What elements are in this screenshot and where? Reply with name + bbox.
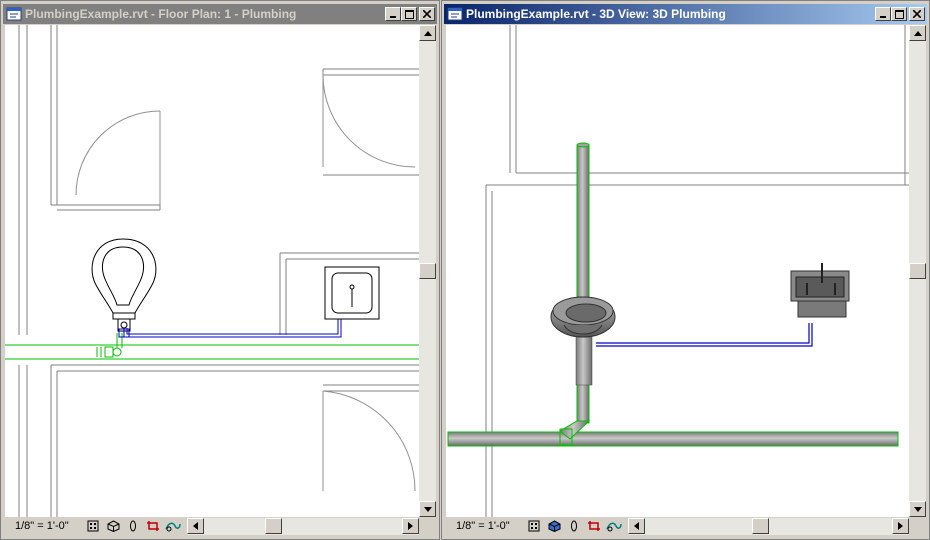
revit-document-icon [6, 7, 22, 21]
scroll-down-button[interactable] [909, 501, 926, 517]
sink-3d [790, 263, 850, 318]
vertical-scrollbar[interactable] [419, 25, 436, 517]
maximize-button[interactable] [401, 7, 417, 21]
view-scale[interactable]: 1/8" = 1'-0" [446, 518, 524, 534]
horizontal-scroll-thumb[interactable] [752, 517, 769, 534]
door-swings [75, 74, 416, 492]
arrow-up-icon [913, 30, 922, 36]
main-pipe-3d [447, 431, 899, 447]
arrow-left-icon [193, 521, 198, 530]
view-scale[interactable]: 1/8" = 1'-0" [5, 518, 83, 534]
minimize-button[interactable] [875, 7, 891, 21]
floor-plan-titlebar[interactable]: PlumbingExample.rvt - Floor Plan: 1 - Pl… [3, 4, 437, 24]
scroll-left-button[interactable] [187, 517, 204, 534]
model-graphics-style-icon[interactable] [544, 518, 564, 534]
model-graphics-style-icon[interactable] [103, 518, 123, 534]
horizontal-scrollbar[interactable] [187, 517, 419, 535]
minimize-button[interactable] [385, 7, 401, 21]
crop-region-icon[interactable] [143, 518, 163, 534]
scroll-up-button[interactable] [419, 25, 436, 41]
minimize-icon [390, 16, 396, 18]
floor-plan-drawing [5, 25, 419, 517]
arrow-down-icon [913, 506, 922, 512]
size-grip [909, 517, 926, 535]
close-button[interactable] [909, 7, 925, 21]
close-button[interactable] [419, 7, 435, 21]
window-title: PlumbingExample.rvt - 3D View: 3D Plumbi… [466, 7, 726, 21]
hide-isolate-icon[interactable] [604, 518, 624, 534]
scroll-down-button[interactable] [419, 501, 436, 517]
floor-plan-canvas[interactable] [5, 25, 419, 517]
close-icon [913, 10, 921, 18]
detail-level-icon[interactable] [524, 518, 544, 534]
maximize-icon [404, 9, 414, 19]
vertical-scrollbar[interactable] [909, 25, 926, 517]
scroll-right-button[interactable] [892, 517, 909, 534]
arrow-left-icon [634, 521, 639, 530]
scroll-right-button[interactable] [402, 517, 419, 534]
arrow-down-icon [423, 506, 432, 512]
window-title: PlumbingExample.rvt - Floor Plan: 1 - Pl… [25, 7, 297, 21]
hide-isolate-icon[interactable] [163, 518, 183, 534]
scroll-up-button[interactable] [909, 25, 926, 41]
maximize-icon [894, 9, 904, 19]
supply-pipe-plan [118, 319, 342, 338]
vertical-scroll-thumb[interactable] [909, 263, 926, 279]
vertical-scroll-thumb[interactable] [419, 263, 436, 279]
crop-region-icon[interactable] [584, 518, 604, 534]
close-icon [423, 10, 431, 18]
horizontal-scroll-thumb[interactable] [265, 517, 282, 534]
view-control-bar: 1/8" = 1'-0" [446, 517, 926, 535]
stack-pipe-3d [559, 142, 591, 446]
3d-view-titlebar[interactable]: PlumbingExample.rvt - 3D View: 3D Plumbi… [444, 4, 927, 24]
sink-plan [324, 266, 380, 320]
minimize-icon [880, 16, 886, 18]
maximize-button[interactable] [891, 7, 907, 21]
arrow-up-icon [423, 30, 432, 36]
arrow-right-icon [408, 521, 413, 530]
toilet-plan [91, 238, 157, 332]
toilet-3d [550, 296, 616, 386]
size-grip [419, 517, 436, 535]
3d-view-canvas[interactable] [446, 25, 909, 517]
horizontal-scrollbar[interactable] [628, 517, 909, 535]
3d-plumbing-drawing [447, 25, 909, 517]
view-control-bar: 1/8" = 1'-0" [5, 517, 436, 535]
supply-pipe-3d [596, 323, 813, 347]
shadows-icon[interactable] [564, 518, 584, 534]
floor-plan-window[interactable]: PlumbingExample.rvt - Floor Plan: 1 - Pl… [0, 0, 440, 540]
revit-document-icon [447, 7, 463, 21]
scroll-left-button[interactable] [628, 517, 645, 534]
3d-view-window[interactable]: PlumbingExample.rvt - 3D View: 3D Plumbi… [441, 0, 930, 540]
detail-level-icon[interactable] [83, 518, 103, 534]
shadows-icon[interactable] [123, 518, 143, 534]
arrow-right-icon [898, 521, 903, 530]
walls [18, 25, 419, 517]
